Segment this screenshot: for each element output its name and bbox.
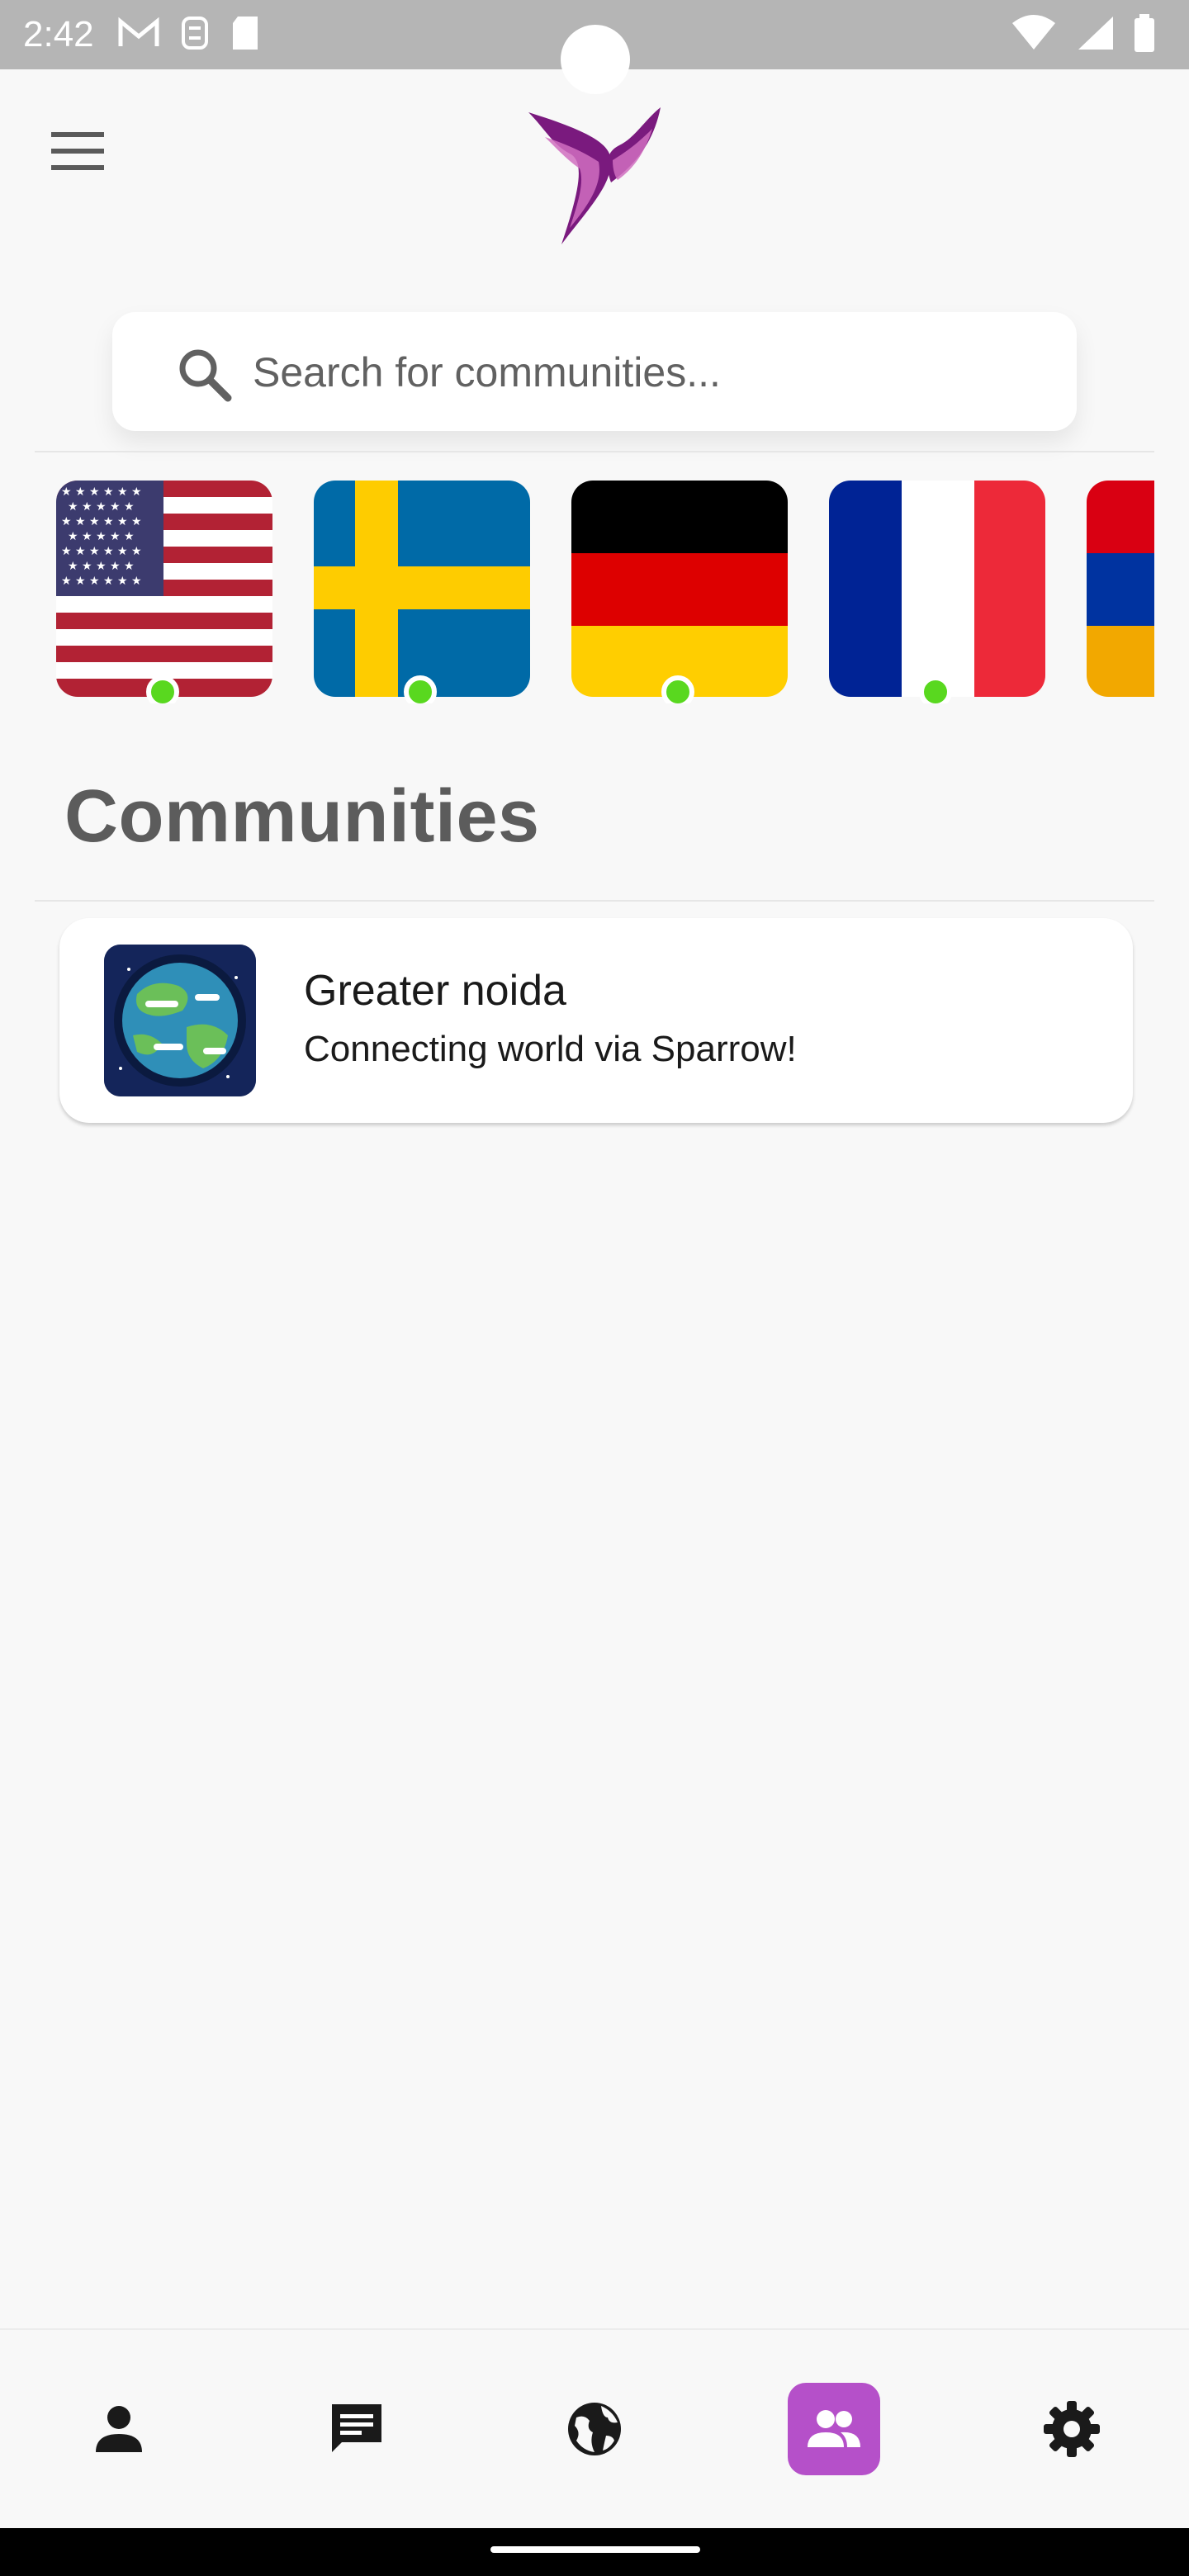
flag-sweden[interactable] [314,481,530,697]
flag-france[interactable] [829,481,1045,697]
online-indicator [919,675,952,703]
svg-text:★ ★ ★ ★ ★: ★ ★ ★ ★ ★ [68,530,135,543]
wifi-icon [1011,14,1057,55]
community-card[interactable]: Greater noida Connecting world via Sparr… [59,918,1133,1123]
gmail-icon [117,17,160,54]
bottom-navigation [0,2328,1189,2530]
svg-text:★ ★ ★ ★ ★ ★: ★ ★ ★ ★ ★ ★ [61,515,142,528]
battery-icon [1133,13,1156,56]
flag-armenia[interactable] [1087,481,1154,697]
status-notification-icons [117,15,261,54]
status-bar: 2:42 [0,0,1189,94]
svg-text:★ ★ ★ ★ ★ ★: ★ ★ ★ ★ ★ ★ [61,485,142,499]
settings-icon [1044,2401,1100,2457]
earth-globe-icon [104,945,256,1096]
nav-profile[interactable] [73,2383,165,2475]
community-avatar [104,945,256,1096]
armenia-flag [1087,481,1154,697]
flag-germany[interactable] [571,481,788,697]
search-icon [175,345,234,405]
chat-icon [332,2404,381,2452]
nav-settings[interactable] [1026,2383,1118,2475]
community-description: Connecting world via Sparrow! [304,1029,797,1069]
sparrow-logo [520,104,669,253]
germany-flag [571,481,788,697]
community-name: Greater noida [304,967,566,1015]
camera-cutout [561,25,630,94]
nav-explore[interactable] [548,2383,641,2475]
system-gesture-bar [0,2528,1189,2576]
section-title: Communities [64,775,540,858]
sweden-flag [314,481,530,697]
svg-text:★ ★ ★ ★ ★: ★ ★ ★ ★ ★ [68,500,135,514]
search-bar[interactable] [112,312,1077,431]
online-indicator [146,675,179,703]
country-flag-strip[interactable]: ★ ★ ★ ★ ★ ★ ★ ★ ★ ★ ★ ★ ★ ★ ★ ★ ★ ★ ★ ★ … [0,481,1154,703]
svg-text:★ ★ ★ ★ ★ ★: ★ ★ ★ ★ ★ ★ [61,545,142,558]
home-indicator[interactable] [490,2546,700,2553]
globe-icon [568,2403,621,2455]
group-icon [808,2410,860,2447]
divider [35,900,1154,902]
menu-button[interactable] [51,132,111,172]
flag-us[interactable]: ★ ★ ★ ★ ★ ★ ★ ★ ★ ★ ★ ★ ★ ★ ★ ★ ★ ★ ★ ★ … [56,481,272,697]
us-flag: ★ ★ ★ ★ ★ ★ ★ ★ ★ ★ ★ ★ ★ ★ ★ ★ ★ ★ ★ ★ … [56,481,272,697]
nav-chat[interactable] [310,2383,403,2475]
status-time: 2:42 [23,14,94,54]
sd-card-icon [230,15,261,55]
status-system-icons [1011,13,1156,56]
person-icon [96,2406,142,2452]
sim-toolkit-icon [178,15,211,55]
nav-communities[interactable] [788,2383,880,2475]
online-indicator [661,675,694,703]
france-flag [829,481,1045,697]
signal-icon [1075,15,1115,55]
online-indicator [404,675,437,703]
svg-text:★ ★ ★ ★ ★ ★: ★ ★ ★ ★ ★ ★ [61,575,142,588]
divider [35,451,1154,452]
search-input[interactable] [251,332,1047,413]
svg-text:★ ★ ★ ★ ★: ★ ★ ★ ★ ★ [68,560,135,573]
hamburger-menu-icon [51,132,104,137]
